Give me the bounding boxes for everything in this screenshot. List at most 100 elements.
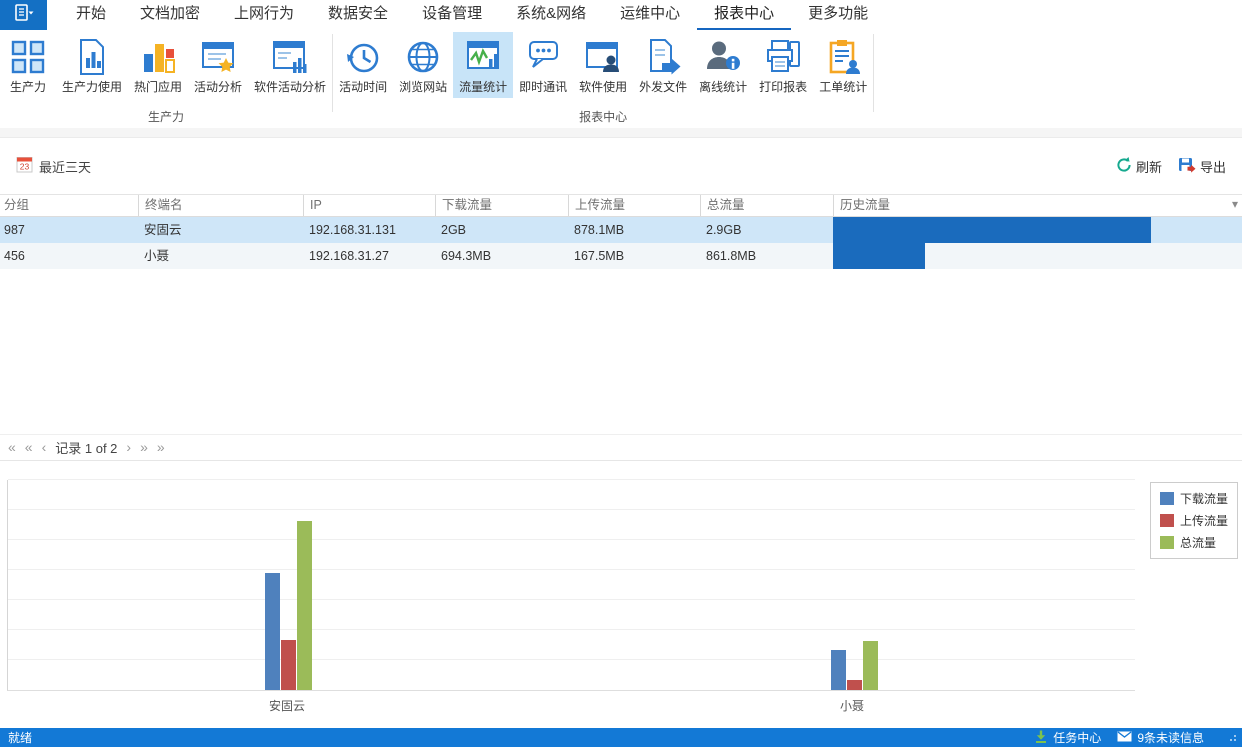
- ribbon-item-label: 离线统计: [699, 79, 747, 96]
- cell-terminal: 安固云: [138, 217, 303, 243]
- history-bar: [833, 217, 1151, 243]
- menu-tab-system-network[interactable]: 系统&网络: [499, 0, 603, 30]
- column-header-upload[interactable]: 上传流量: [568, 195, 700, 216]
- ribbon-group-label: 报表中心: [333, 108, 873, 128]
- doc-arrow-icon: [641, 35, 685, 79]
- column-header-total[interactable]: 总流量: [700, 195, 833, 216]
- ribbon-item-offline-stats[interactable]: 离线统计: [693, 32, 753, 98]
- ribbon-item-label: 活动分析: [194, 79, 242, 96]
- column-menu-arrow-icon[interactable]: ▾: [1232, 197, 1238, 211]
- chart-gridline: [8, 599, 1135, 600]
- unread-messages-label: 9条未读信息: [1137, 729, 1204, 746]
- legend-swatch: [1160, 492, 1174, 505]
- next-page-button[interactable]: ›: [126, 435, 131, 460]
- task-center-label: 任务中心: [1053, 729, 1101, 746]
- bar-下载流量: [265, 573, 280, 690]
- menu-tab-web-behavior[interactable]: 上网行为: [217, 0, 311, 30]
- cell-terminal: 小聂: [138, 243, 303, 269]
- calendar-23-icon: 23: [16, 156, 33, 176]
- doc-chart-icon: [70, 35, 114, 79]
- bar-上传流量: [847, 680, 862, 690]
- menu-tab-device-mgmt[interactable]: 设备管理: [405, 0, 499, 30]
- ribbon-item-outgoing-files[interactable]: 外发文件: [633, 32, 693, 98]
- ribbon-item-hot-apps[interactable]: 热门应用: [128, 32, 188, 98]
- ribbon-item-activity-time[interactable]: 活动时间: [333, 32, 393, 98]
- ribbon-item-ticket-stats[interactable]: 工单统计: [813, 32, 873, 98]
- cell-upload: 878.1MB: [568, 217, 700, 243]
- column-header-download[interactable]: 下载流量: [435, 195, 568, 216]
- menu-tab-data-security[interactable]: 数据安全: [311, 0, 405, 30]
- unread-messages-button[interactable]: 9条未读信息: [1117, 729, 1204, 746]
- window-star-icon: [196, 35, 240, 79]
- legend-label: 下载流量: [1180, 490, 1228, 507]
- ribbon-group-2: 活动时间浏览网站流量统计即时通讯软件使用外发文件离线统计打印报表工单统计报表中心: [333, 30, 873, 128]
- cell-group: 456: [0, 243, 138, 269]
- bar-group-1: [265, 521, 312, 690]
- resize-grip[interactable]: [1230, 735, 1236, 741]
- last-page-button[interactable]: »: [157, 435, 165, 460]
- ribbon-item-browse-sites[interactable]: 浏览网站: [393, 32, 453, 98]
- legend-swatch: [1160, 536, 1174, 549]
- status-ready-text: 就绪: [8, 729, 32, 746]
- ribbon-item-print-report[interactable]: 打印报表: [753, 32, 813, 98]
- refresh-button[interactable]: 刷新: [1116, 157, 1162, 176]
- colorful-bars-icon: [136, 35, 180, 79]
- productivity-grid-icon: [6, 35, 50, 79]
- ribbon-divider: [0, 128, 1242, 138]
- date-range-filter[interactable]: 23 最近三天: [16, 156, 91, 176]
- date-range-label: 最近三天: [39, 157, 91, 176]
- window-bars-icon: [268, 35, 312, 79]
- ribbon: 生产力生产力使用热门应用活动分析软件活动分析生产力活动时间浏览网站流量统计即时通…: [0, 30, 1242, 128]
- table-header-row: 分组终端名IP下载流量上传流量总流量历史流量▾: [0, 194, 1242, 217]
- download-icon: [1034, 730, 1048, 746]
- column-header-ip[interactable]: IP: [303, 195, 435, 216]
- chart-plot-area: [7, 480, 1135, 691]
- ribbon-group-1: 生产力生产力使用热门应用活动分析软件活动分析生产力: [0, 30, 332, 128]
- history-bar: [833, 243, 925, 269]
- table-row[interactable]: 456小聂192.168.31.27694.3MB167.5MB861.8MB: [0, 243, 1242, 269]
- ribbon-item-traffic-stats[interactable]: 流量统计: [453, 32, 513, 98]
- table-empty-area: [0, 269, 1242, 434]
- menu-tab-more-features[interactable]: 更多功能: [791, 0, 885, 30]
- fast-prev-button[interactable]: «: [25, 435, 33, 460]
- ribbon-item-activity-analysis[interactable]: 活动分析: [188, 32, 248, 98]
- column-header-terminal[interactable]: 终端名: [138, 195, 303, 216]
- refresh-icon: [1116, 157, 1132, 176]
- ribbon-item-label: 工单统计: [819, 79, 867, 96]
- clock-history-icon: [341, 35, 385, 79]
- cell-ip: 192.168.31.131: [303, 217, 435, 243]
- chart-gridline: [8, 539, 1135, 540]
- column-header-group[interactable]: 分组: [0, 195, 138, 216]
- first-page-button[interactable]: «: [8, 435, 16, 460]
- legend-item: 上传流量: [1160, 512, 1228, 529]
- ribbon-item-software-activity-analysis[interactable]: 软件活动分析: [248, 32, 332, 98]
- ribbon-item-productivity-usage[interactable]: 生产力使用: [56, 32, 128, 98]
- mail-icon: [1117, 731, 1132, 745]
- app-menu-button[interactable]: [0, 0, 47, 30]
- record-count-text: 记录 1 of 2: [55, 438, 117, 457]
- menu-tab-ops-center[interactable]: 运维中心: [603, 0, 697, 30]
- user-info-icon: [701, 35, 745, 79]
- chart-gridline: [8, 509, 1135, 510]
- menu-tab-report-center[interactable]: 报表中心: [697, 0, 791, 30]
- prev-page-button[interactable]: ‹: [42, 435, 47, 460]
- chart-gridline: [8, 479, 1135, 480]
- table-row[interactable]: 987安固云192.168.31.1312GB878.1MB2.9GB: [0, 217, 1242, 243]
- task-center-button[interactable]: 任务中心: [1034, 729, 1101, 746]
- export-button[interactable]: 导出: [1178, 157, 1226, 176]
- menu-tab-start[interactable]: 开始: [59, 0, 123, 30]
- export-save-icon: [1178, 157, 1196, 176]
- ribbon-item-label: 活动时间: [339, 79, 387, 96]
- cell-ip: 192.168.31.27: [303, 243, 435, 269]
- ribbon-group-label: 生产力: [0, 108, 332, 128]
- traffic-chart-icon: [461, 35, 505, 79]
- ribbon-item-instant-messaging[interactable]: 即时通讯: [513, 32, 573, 98]
- menu-tab-doc-encrypt[interactable]: 文档加密: [123, 0, 217, 30]
- ribbon-item-productivity[interactable]: 生产力: [0, 32, 56, 98]
- status-bar: 就绪 任务中心 9条未读信息: [0, 728, 1242, 747]
- column-header-history[interactable]: 历史流量: [833, 195, 1242, 216]
- fast-next-button[interactable]: »: [140, 435, 148, 460]
- chart-legend: 下载流量上传流量总流量: [1150, 482, 1238, 559]
- cell-group: 987: [0, 217, 138, 243]
- ribbon-item-software-usage[interactable]: 软件使用: [573, 32, 633, 98]
